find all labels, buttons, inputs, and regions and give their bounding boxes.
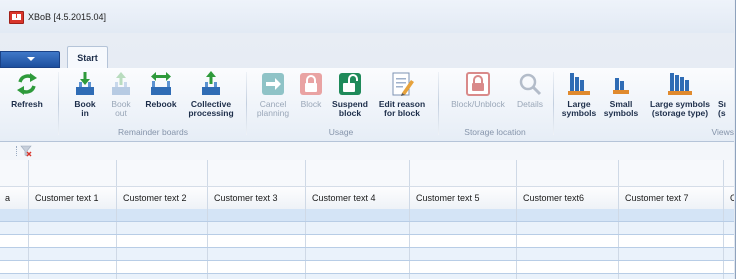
rebook-icon xyxy=(151,72,171,95)
ribbon-separator xyxy=(58,72,59,135)
window-title: XBoB [4.5.2015.04] xyxy=(28,12,107,22)
book-in-label: Book in xyxy=(74,99,96,118)
ribbon-panel: Refresh Book in Book out Rebook Collecti… xyxy=(0,68,734,142)
large-symbols-label: Large symbols xyxy=(561,99,597,118)
cancel-planning-icon xyxy=(262,73,284,95)
refresh-label: Refresh xyxy=(11,99,43,109)
block-unblock-label: Block/Unblock xyxy=(451,99,505,109)
cut-off-view-label: Sı (s xyxy=(718,99,727,118)
dropdown-arrow-icon xyxy=(27,57,35,61)
lock-icon xyxy=(466,72,490,96)
table-row[interactable] xyxy=(0,274,734,279)
small-symbols-label: Small symbols xyxy=(603,99,639,118)
group-label-remainder-boards: Remainder boards xyxy=(118,127,188,137)
ribbon-separator xyxy=(246,72,247,135)
filter-clear-icon[interactable] xyxy=(20,145,32,157)
column-header[interactable]: Customer text 5 xyxy=(410,187,517,209)
view-icon xyxy=(718,71,734,97)
column-header[interactable]: Customer text 1 xyxy=(29,187,117,209)
suspend-block-label: Suspend block xyxy=(332,99,368,118)
book-out-icon xyxy=(112,72,130,95)
group-label-views: Views xyxy=(711,127,734,137)
column-header[interactable]: Customer text 4 xyxy=(306,187,410,209)
data-grid: a Customer text 1 Customer text 2 Custom… xyxy=(0,160,734,279)
small-symbols-icon xyxy=(613,78,629,94)
block-button[interactable]: Block xyxy=(296,71,326,109)
block-label: Block xyxy=(300,99,322,109)
column-header[interactable]: Customer text 3 xyxy=(208,187,306,209)
small-symbols-button[interactable]: Small symbols xyxy=(601,71,641,118)
edit-reason-button[interactable]: Edit reason for block xyxy=(374,71,430,118)
title-bar: XBoB [4.5.2015.04] xyxy=(0,0,734,33)
table-row[interactable] xyxy=(0,261,734,274)
group-label-storage-location: Storage location xyxy=(464,127,526,137)
application-menu-button[interactable] xyxy=(0,51,60,68)
magnifier-icon xyxy=(519,73,542,96)
unlock-icon xyxy=(339,73,361,95)
column-header[interactable]: a xyxy=(0,187,29,209)
cut-off-view-button[interactable]: Sı (s xyxy=(718,71,734,118)
cancel-planning-button[interactable]: Cancel planning xyxy=(252,71,294,118)
book-out-button[interactable]: Book out xyxy=(104,71,138,118)
app-window: XBoB [4.5.2015.04] Start Refresh Book in… xyxy=(0,0,736,279)
refresh-button[interactable]: Refresh xyxy=(5,71,49,109)
toolbar-grip xyxy=(16,146,19,156)
rebook-label: Rebook xyxy=(145,99,177,109)
column-header[interactable]: Customer text 7 xyxy=(619,187,724,209)
collective-processing-button[interactable]: Collective processing xyxy=(184,71,238,118)
grid-column-header: a Customer text 1 Customer text 2 Custom… xyxy=(0,186,734,210)
quick-toolbar xyxy=(0,142,734,160)
details-button[interactable]: Details xyxy=(513,71,547,109)
table-row[interactable] xyxy=(0,235,734,248)
rebook-button[interactable]: Rebook xyxy=(141,71,181,109)
edit-reason-label: Edit reason for block xyxy=(378,99,426,118)
cancel-planning-label: Cancel planning xyxy=(256,99,290,118)
collective-processing-icon xyxy=(202,71,220,95)
refresh-icon xyxy=(17,73,37,95)
table-row[interactable] xyxy=(0,209,734,222)
ribbon-separator xyxy=(553,72,554,135)
table-row[interactable] xyxy=(0,248,734,261)
column-header[interactable]: C xyxy=(724,187,734,209)
large-symbols-storage-type-button[interactable]: Large symbols (storage type) xyxy=(644,71,716,118)
book-in-icon xyxy=(76,72,94,95)
suspend-block-button[interactable]: Suspend block xyxy=(329,71,371,118)
grid-group-header xyxy=(0,160,734,186)
group-label-usage: Usage xyxy=(328,127,354,137)
large-symbols-button[interactable]: Large symbols xyxy=(559,71,599,118)
app-logo-icon xyxy=(9,11,24,24)
ribbon-tab-row: Start xyxy=(0,46,734,69)
column-header[interactable]: Customer text 2 xyxy=(117,187,208,209)
ribbon-separator xyxy=(438,72,439,135)
table-row[interactable] xyxy=(0,222,734,235)
large-symbols-icon xyxy=(568,73,590,95)
book-out-label: Book out xyxy=(111,99,131,118)
collective-processing-label: Collective processing xyxy=(188,99,234,118)
edit-document-icon xyxy=(392,72,414,96)
tab-start[interactable]: Start xyxy=(67,46,108,69)
column-header[interactable]: Customer text6 xyxy=(517,187,619,209)
book-in-button[interactable]: Book in xyxy=(68,71,102,118)
storage-type-icon xyxy=(668,73,692,95)
lock-icon xyxy=(300,73,322,95)
large-symbols-storage-type-label: Large symbols (storage type) xyxy=(650,99,710,118)
details-label: Details xyxy=(517,99,543,109)
block-unblock-button[interactable]: Block/Unblock xyxy=(443,71,513,109)
